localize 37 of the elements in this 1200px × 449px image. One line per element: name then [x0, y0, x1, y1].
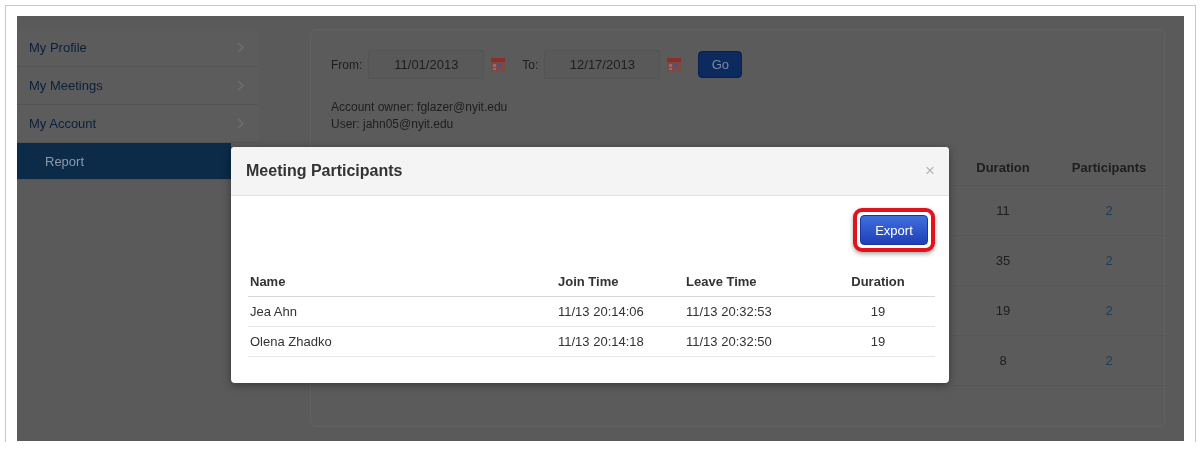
participants-link[interactable]: 2: [1053, 353, 1165, 368]
table-cell-text: 11/13 20:32:50: [685, 334, 773, 349]
from-label: From:: [331, 57, 363, 72]
calendar-icon[interactable]: [666, 56, 683, 73]
participants-link[interactable]: 2: [1053, 253, 1165, 268]
table-cell-text: 8: [998, 353, 1008, 368]
to-label: To:: [522, 57, 539, 72]
table-cell-text: 19: [869, 304, 887, 319]
sidebar-item[interactable]: My Meetings: [17, 67, 258, 105]
user-text: User: jahn05@nyit.edu: [331, 116, 455, 133]
column-header: Join Time: [557, 274, 620, 289]
table-cell-text: 11/13 20:14:06: [557, 304, 645, 319]
table-cell-text: 19: [994, 303, 1012, 318]
column-header: Duration: [850, 274, 906, 289]
close-icon[interactable]: ×: [925, 161, 935, 181]
go-button[interactable]: Go: [698, 51, 743, 78]
table-cell-text: Jea Ahn: [249, 304, 298, 319]
column-header: Participants: [1070, 159, 1148, 175]
column-header: Name: [249, 274, 287, 289]
date-field[interactable]: 12/17/2013: [544, 50, 661, 79]
modal-title: Meeting Participants: [246, 162, 403, 180]
column-header: Leave Time: [685, 274, 758, 289]
table-cell-text: 19: [869, 334, 887, 349]
calendar-icon[interactable]: [490, 56, 507, 73]
column-header: Duration: [975, 159, 1031, 175]
table-cell-text: 35: [994, 253, 1012, 268]
sidebar-item[interactable]: Report: [17, 143, 231, 180]
export-button[interactable]: Export: [860, 215, 928, 245]
table-cell-text: 11/13 20:32:53: [685, 304, 773, 319]
date-field[interactable]: 11/01/2013: [368, 50, 485, 79]
participants-link[interactable]: 2: [1053, 303, 1165, 318]
table-cell-text: 11/13 20:14:18: [557, 334, 645, 349]
table-cell-text: Olena Zhadko: [249, 334, 333, 349]
participants-link[interactable]: 2: [1053, 203, 1165, 218]
table-cell-text: 11: [995, 203, 1011, 218]
account-owner-text: Account owner: fglazer@nyit.edu: [331, 99, 509, 116]
sidebar-item[interactable]: My Profile: [17, 29, 258, 67]
